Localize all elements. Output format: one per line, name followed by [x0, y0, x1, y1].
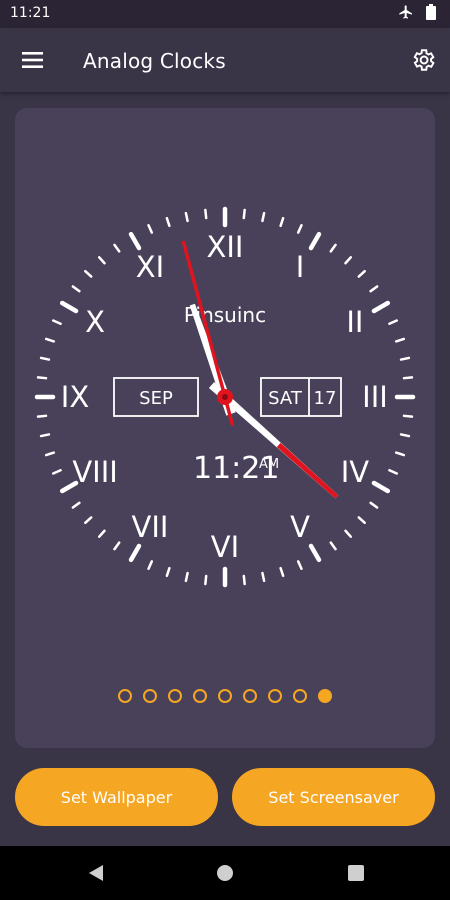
- page-indicator: [15, 686, 435, 706]
- minor-tick: [71, 285, 81, 293]
- minor-tick: [147, 224, 154, 234]
- minor-tick: [329, 541, 337, 551]
- minor-tick: [36, 414, 48, 418]
- minor-tick: [36, 376, 48, 380]
- numeral-iii: III: [362, 380, 388, 414]
- page-dot[interactable]: [218, 689, 232, 703]
- minor-tick: [84, 269, 93, 278]
- minor-tick: [402, 414, 414, 418]
- status-time: 11:21: [10, 5, 51, 21]
- minor-tick: [39, 433, 51, 438]
- minor-tick: [44, 451, 56, 457]
- minor-tick: [279, 566, 285, 578]
- page-dot[interactable]: [293, 689, 307, 703]
- airplane-mode-icon: [399, 5, 412, 19]
- minor-tick: [44, 337, 56, 343]
- major-tick: [128, 231, 142, 251]
- minor-tick: [165, 566, 171, 578]
- page-dot[interactable]: [243, 689, 257, 703]
- minor-tick: [52, 319, 62, 326]
- minor-tick: [344, 256, 353, 265]
- minor-tick: [204, 574, 208, 586]
- minor-tick: [97, 256, 106, 265]
- set-screensaver-button[interactable]: Set Screensaver: [232, 768, 435, 826]
- numeral-xii: XII: [207, 230, 244, 264]
- minor-tick: [357, 269, 366, 278]
- minor-tick: [388, 468, 398, 475]
- minor-tick: [52, 468, 62, 475]
- digital-ampm: AM: [259, 457, 279, 472]
- system-navigation-bar: [0, 846, 450, 900]
- page-dot[interactable]: [168, 689, 182, 703]
- clock-day: 17: [314, 388, 337, 409]
- minor-tick: [39, 356, 51, 361]
- set-wallpaper-button[interactable]: Set Wallpaper: [15, 768, 218, 826]
- numeral-vii: VII: [132, 510, 169, 544]
- clock-preview-card: XII I II III IV V VI VII VIII IX X XI Pinsuinc SEP …: [15, 108, 435, 748]
- center-pin: [222, 394, 228, 400]
- clock-weekday: SAT: [268, 388, 303, 409]
- minor-tick: [296, 224, 303, 234]
- gear-icon[interactable]: [410, 47, 436, 73]
- minor-tick: [204, 208, 208, 220]
- numeral-i: I: [296, 250, 305, 284]
- back-icon[interactable]: [86, 863, 106, 883]
- minor-tick: [261, 571, 266, 583]
- major-tick: [308, 543, 322, 563]
- recent-apps-icon[interactable]: [347, 864, 365, 882]
- minor-tick: [261, 211, 266, 223]
- status-icons: [398, 4, 436, 20]
- page-dot[interactable]: [118, 689, 132, 703]
- numeral-vi: VI: [211, 530, 239, 564]
- major-tick: [371, 300, 391, 314]
- minor-tick: [344, 529, 353, 538]
- status-bar: 11:21: [0, 0, 450, 28]
- minor-tick: [402, 376, 414, 380]
- home-icon[interactable]: [215, 863, 235, 883]
- minor-tick: [113, 541, 121, 551]
- numeral-iv: IV: [341, 455, 370, 489]
- minor-tick: [357, 516, 366, 525]
- minor-tick: [165, 216, 171, 228]
- minor-tick: [369, 501, 379, 509]
- numeral-xi: XI: [136, 250, 164, 284]
- minor-tick: [399, 433, 411, 438]
- minor-tick: [399, 356, 411, 361]
- page-dot[interactable]: [193, 689, 207, 703]
- minor-tick: [369, 285, 379, 293]
- major-tick: [308, 231, 322, 251]
- minor-tick: [184, 571, 189, 583]
- minor-tick: [71, 501, 81, 509]
- minor-tick: [113, 243, 121, 253]
- hamburger-menu-icon[interactable]: [20, 48, 46, 72]
- analog-clock-face: XIIIIIIIIIVVVIVIIVIIIIXXXI Pinsuinc SEP …: [34, 206, 416, 588]
- minor-tick: [394, 451, 406, 457]
- minor-tick: [242, 574, 246, 586]
- minor-tick: [296, 560, 303, 570]
- minor-tick: [97, 529, 106, 538]
- app-bar: Analog Clocks: [0, 28, 450, 92]
- major-tick: [371, 480, 391, 494]
- minor-tick: [84, 516, 93, 525]
- major-tick: [59, 300, 79, 314]
- page-dot[interactable]: [143, 689, 157, 703]
- numeral-x: X: [85, 305, 105, 339]
- minor-tick: [388, 319, 398, 326]
- minor-tick: [147, 560, 154, 570]
- minor-tick: [394, 337, 406, 343]
- minor-tick: [184, 211, 189, 223]
- page-dot[interactable]: [318, 689, 332, 703]
- page-dot[interactable]: [268, 689, 282, 703]
- battery-icon: [426, 4, 436, 20]
- minor-tick: [329, 243, 337, 253]
- numeral-ii: II: [346, 305, 363, 339]
- app-title: Analog Clocks: [83, 49, 226, 73]
- numeral-viii: VIII: [72, 455, 118, 489]
- major-tick: [128, 543, 142, 563]
- minor-tick: [279, 216, 285, 228]
- numeral-ix: IX: [61, 380, 89, 414]
- numeral-v: V: [290, 510, 310, 544]
- minor-tick: [242, 208, 246, 220]
- clock-month: SEP: [139, 388, 173, 409]
